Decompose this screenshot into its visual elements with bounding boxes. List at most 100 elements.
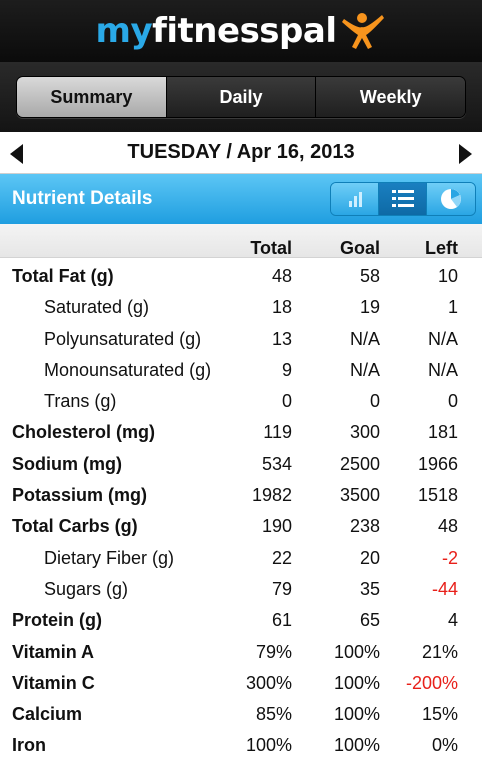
left-value: -44 [431, 578, 458, 599]
left-value: -2 [441, 547, 458, 568]
table-rows: Total Fat (g) 48 58 10 Saturated (g) 18 19 1 Pol… [0, 262, 482, 763]
table-row: Sugars (g) 79 35 -44 [0, 575, 482, 606]
goal-value: 100% [333, 672, 380, 693]
table-header: Total Goal Left [0, 224, 482, 258]
nutrient-label: Vitamin C [12, 672, 95, 693]
table-row: Dietary Fiber (g) 22 20 -2 [0, 544, 482, 575]
tab-weekly[interactable]: Weekly [316, 77, 465, 117]
table-row: Trans (g) 0 0 0 [0, 387, 482, 418]
total-value: 119 [263, 422, 292, 443]
segmented-tabs: Summary Daily Weekly [16, 76, 466, 118]
runner-icon [342, 13, 385, 49]
table-row: Total Fat (g) 48 58 10 [0, 262, 482, 293]
list-view-button[interactable] [379, 183, 427, 215]
total-value: 85% [255, 704, 292, 725]
goal-value: 3500 [339, 485, 380, 506]
logo-fit: fitnesspal [152, 11, 337, 51]
left-value: 1518 [417, 485, 458, 506]
nutrient-label: Monounsaturated (g) [44, 359, 212, 380]
goal-value: 2500 [339, 453, 380, 474]
tab-summary[interactable]: Summary [17, 77, 167, 117]
table-row: Total Carbs (g) 190 238 48 [0, 512, 482, 543]
goal-value: 0 [369, 391, 380, 412]
nutrient-label: Sodium (mg) [12, 453, 122, 474]
table-row: Iron 100% 100% 0% [0, 731, 482, 762]
goal-value: 58 [359, 266, 380, 286]
nutrient-label: Calcium [12, 704, 83, 725]
pie-chart-icon [441, 189, 461, 209]
goal-value: 20 [359, 547, 380, 568]
goal-value: 100% [333, 704, 380, 725]
total-value: 79 [271, 578, 292, 599]
total-value: 18 [271, 297, 292, 318]
left-value: N/A [427, 359, 458, 380]
left-value: 15% [421, 704, 458, 725]
left-value: 1966 [417, 453, 458, 474]
table-row: Calcium 85% 100% 15% [0, 700, 482, 731]
nutrient-label: Total Fat (g) [12, 266, 114, 286]
pie-chart-view-button[interactable] [427, 183, 475, 215]
nutrient-label: Vitamin A [12, 641, 95, 662]
bar-chart-view-button[interactable] [331, 183, 379, 215]
left-value: 181 [427, 422, 458, 443]
total-value: 0 [281, 391, 292, 412]
logo-text: myfitnesspal [96, 11, 337, 51]
total-value: 300% [245, 672, 292, 693]
total-value: 190 [261, 516, 292, 537]
left-value: -200% [405, 672, 458, 693]
left-value: 48 [437, 516, 458, 537]
left-value: 10 [437, 266, 458, 286]
nutrient-label: Cholesterol (mg) [12, 422, 156, 443]
total-value: 9 [281, 359, 292, 380]
total-value: 48 [271, 266, 292, 286]
total-value: 61 [271, 610, 292, 631]
column-header-goal: Goal [339, 238, 380, 258]
table-row: Polyunsaturated (g) 13 N/A N/A [0, 325, 482, 356]
nutrient-label: Iron [12, 735, 46, 756]
left-value: 4 [447, 610, 458, 631]
next-day-arrow-icon[interactable] [459, 144, 472, 164]
app-logo: myfitnesspal [96, 11, 387, 51]
nutrient-label: Protein (g) [12, 610, 102, 631]
total-value: 100% [245, 735, 292, 756]
nutrient-label: Sugars (g) [44, 578, 129, 599]
left-value: 1 [447, 297, 458, 318]
goal-value: 100% [333, 735, 380, 756]
left-value: 21% [421, 641, 458, 662]
total-value: 79% [255, 641, 292, 662]
total-value: 1982 [251, 485, 292, 506]
total-value: 534 [261, 453, 292, 474]
table-row: Potassium (mg) 1982 3500 1518 [0, 481, 482, 512]
nutrient-label: Potassium (mg) [12, 485, 148, 506]
total-value: 22 [271, 547, 292, 568]
tab-daily[interactable]: Daily [166, 77, 317, 117]
table-row: Saturated (g) 18 19 1 [0, 293, 482, 324]
left-value: N/A [427, 328, 458, 349]
bar-chart-icon [348, 192, 362, 207]
goal-value: N/A [349, 328, 380, 349]
section-title: Nutrient Details [12, 188, 153, 209]
left-value: 0 [447, 391, 458, 412]
total-value: 13 [271, 328, 292, 349]
app-header: myfitnesspal [0, 0, 482, 62]
column-header-left: Left [425, 238, 458, 258]
logo-my: my [95, 11, 153, 51]
goal-value: N/A [349, 359, 380, 380]
nutrient-label: Saturated (g) [44, 297, 150, 318]
table-row: Sodium (mg) 534 2500 1966 [0, 450, 482, 481]
section-header: Nutrient Details [0, 174, 482, 224]
left-value: 0% [431, 735, 458, 756]
nutrient-label: Dietary Fiber (g) [44, 547, 175, 568]
column-header-total: Total [250, 238, 292, 258]
previous-day-arrow-icon[interactable] [10, 144, 23, 164]
goal-value: 100% [333, 641, 380, 662]
goal-value: 35 [359, 578, 380, 599]
table-row: Cholesterol (mg) 119 300 181 [0, 418, 482, 449]
nutrient-table: Total Goal Left Total Fat (g) 48 58 10 Satur… [0, 224, 482, 763]
nutrient-label: Total Carbs (g) [12, 516, 138, 537]
date-bar: TUESDAY / Apr 16, 2013 [0, 132, 482, 174]
goal-value: 19 [359, 297, 380, 318]
list-icon [391, 190, 414, 207]
nutrient-label: Polyunsaturated (g) [44, 328, 202, 349]
table-row: Protein (g) 61 65 4 [0, 606, 482, 637]
